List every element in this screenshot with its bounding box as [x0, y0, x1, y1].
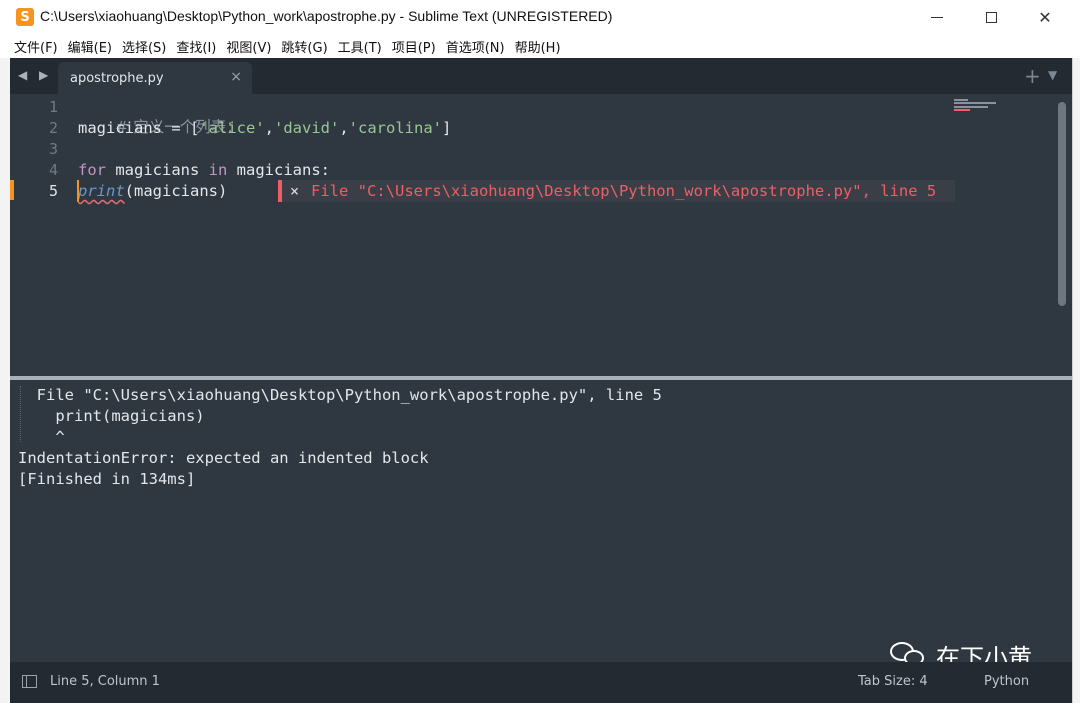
- output-line: print(magicians): [18, 407, 205, 425]
- tab-apostrophe-py[interactable]: apostrophe.py ×: [58, 62, 252, 94]
- assign-operator: = [: [162, 119, 200, 137]
- tab-close-icon[interactable]: ×: [230, 69, 242, 85]
- comma: ,: [339, 119, 349, 137]
- tab-label: apostrophe.py: [70, 71, 164, 86]
- inline-error-dismiss-icon[interactable]: ×: [290, 180, 299, 202]
- editor-scrollbar[interactable]: [1058, 102, 1066, 306]
- code-line-1: # 定义一个列表：: [78, 97, 241, 136]
- code-editor[interactable]: 1 2 3 4 5 # 定义一个列表： magicians = ['alice'…: [10, 94, 1072, 376]
- menu-tools[interactable]: 工具(T): [338, 37, 382, 56]
- background-right-edge: [1072, 34, 1080, 703]
- inline-error-message: File "C:\Users\xiaohuang\Desktop\Python_…: [311, 182, 937, 200]
- inline-error-marker: [278, 180, 282, 202]
- keyword-for: for: [78, 161, 106, 179]
- output-line: File "C:\Users\xiaohuang\Desktop\Python_…: [18, 386, 662, 404]
- menu-project[interactable]: 项目(P): [392, 37, 436, 56]
- menu-goto[interactable]: 跳转(G): [281, 37, 327, 56]
- menu-help[interactable]: 帮助(H): [515, 37, 561, 56]
- tab-bar: ◀ ▶ apostrophe.py × + ▼: [10, 58, 1072, 94]
- line-number: 2: [48, 119, 58, 137]
- code-line-4: for magicians in magicians:: [78, 160, 330, 180]
- menu-edit[interactable]: 编辑(E): [68, 37, 112, 56]
- cursor-position: Line 5, Column 1: [50, 674, 160, 689]
- line-number: 3: [48, 140, 58, 158]
- string-literal: 'alice': [199, 119, 265, 137]
- minimap[interactable]: [954, 97, 1014, 117]
- minimap-line: [954, 106, 988, 108]
- code-line-5: print(magicians): [78, 181, 227, 201]
- menu-preferences[interactable]: 首选项(N): [446, 37, 505, 56]
- panel-toggle-icon[interactable]: [22, 675, 37, 688]
- variable-name: magicians: [78, 119, 162, 137]
- line-number: 4: [48, 161, 58, 179]
- title-bar: S C:\Users\xiaohuang\Desktop\Python_work…: [0, 0, 1080, 34]
- window-title: C:\Users\xiaohuang\Desktop\Python_work\a…: [40, 8, 613, 24]
- menu-selection[interactable]: 选择(S): [122, 37, 166, 56]
- minimap-line: [954, 109, 970, 111]
- output-line-error: IndentationError: expected an indented b…: [18, 449, 429, 467]
- tab-menu-chevron-icon[interactable]: ▼: [1048, 68, 1057, 82]
- maximize-button[interactable]: [966, 0, 1016, 34]
- string-literal: 'carolina': [348, 119, 442, 137]
- keyword-in: in: [208, 161, 228, 179]
- syntax-selector[interactable]: Python: [984, 674, 1029, 689]
- builtin-function: print: [78, 182, 125, 200]
- line-number-gutter: 1 2 3 4 5: [10, 94, 70, 376]
- minimize-button[interactable]: [912, 0, 962, 34]
- tab-nav-arrows-icon[interactable]: ◀ ▶: [18, 68, 52, 82]
- minimize-icon: [931, 16, 943, 18]
- comma: ,: [264, 119, 274, 137]
- menu-view[interactable]: 视图(V): [226, 37, 271, 56]
- close-icon: ✕: [1038, 7, 1052, 27]
- background-left-edge: [0, 34, 10, 703]
- build-output-panel[interactable]: File "C:\Users\xiaohuang\Desktop\Python_…: [10, 376, 1072, 662]
- tab-size-selector[interactable]: Tab Size: 4: [858, 674, 928, 689]
- code-text: magicians: [106, 161, 209, 179]
- menu-file[interactable]: 文件(F): [14, 37, 58, 56]
- string-literal: 'david': [274, 119, 340, 137]
- status-bar: Line 5, Column 1 Tab Size: 4 Python: [10, 662, 1072, 703]
- close-bracket: ]: [442, 119, 452, 137]
- line-number-active: 5: [48, 182, 58, 200]
- close-button[interactable]: ✕: [1020, 0, 1070, 34]
- output-line-finished: [Finished in 134ms]: [18, 470, 196, 488]
- code-text: (magicians): [124, 182, 228, 200]
- menu-find[interactable]: 查找(I): [176, 37, 216, 56]
- menu-bar: 文件(F) 编辑(E) 选择(S) 查找(I) 视图(V) 跳转(G) 工具(T…: [0, 34, 1080, 58]
- output-line: ^: [18, 428, 65, 446]
- line-number: 1: [48, 98, 58, 116]
- text-cursor: [77, 180, 79, 202]
- minimap-line: [954, 99, 968, 101]
- code-text: magicians:: [227, 161, 330, 179]
- maximize-icon: [985, 11, 997, 23]
- code-line-2: magicians = ['alice','david','carolina']: [78, 118, 451, 138]
- minimap-line: [954, 102, 996, 104]
- new-tab-plus-icon[interactable]: +: [1024, 64, 1041, 88]
- sublime-logo-icon: S: [16, 8, 34, 26]
